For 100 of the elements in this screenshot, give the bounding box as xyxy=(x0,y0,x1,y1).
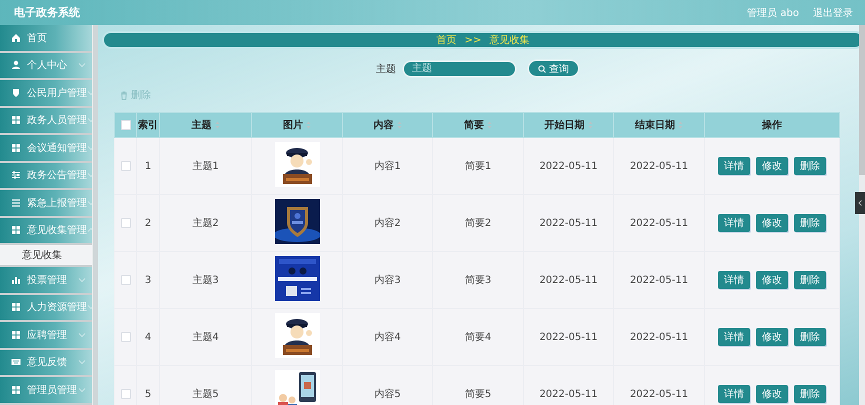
date-cell: 2022-05-11 xyxy=(630,218,688,228)
details-button[interactable]: 详情 xyxy=(718,271,750,289)
search-field[interactable]: 主题 xyxy=(404,62,515,76)
bar-chart-icon xyxy=(11,274,21,285)
table-cell: 内容1 xyxy=(374,161,401,172)
breadcrumb-separator: >> xyxy=(464,34,482,46)
sidebar-item[interactable]: 个人中心 xyxy=(0,52,92,78)
date-cell: 2022-05-11 xyxy=(630,332,688,342)
column-header[interactable]: 简要 xyxy=(464,120,484,131)
checkbox[interactable] xyxy=(120,218,130,228)
table-cell: 主题1 xyxy=(192,161,219,172)
details-button[interactable]: 详情 xyxy=(718,328,750,346)
date-cell: 2022-05-11 xyxy=(539,160,598,172)
person-icon xyxy=(11,60,21,70)
sidebar-item[interactable]: 政务公告管理 xyxy=(0,162,92,188)
sidebar-item[interactable]: 投票管理 xyxy=(0,267,92,292)
delete-row-button[interactable]: 删除 xyxy=(794,214,826,232)
search-icon xyxy=(538,64,546,72)
row-index: 1 xyxy=(144,160,152,172)
date-cell: 2022-05-11 xyxy=(539,388,598,400)
checkbox[interactable] xyxy=(120,388,130,399)
breadcrumb-link[interactable]: 首页 xyxy=(436,33,457,47)
date-cell: 2022-05-11 xyxy=(630,160,688,172)
sidebar-item[interactable]: 紧急上报管理 xyxy=(0,190,92,216)
checkbox[interactable] xyxy=(120,274,130,285)
scrollbar-thumb[interactable] xyxy=(859,25,865,175)
sidebar-item[interactable]: 管理员管理 xyxy=(0,377,92,402)
sidebar-item[interactable]: 公民用户管理 xyxy=(0,80,92,106)
column-header[interactable]: 开始日期 xyxy=(544,120,584,131)
sidebar-item[interactable]: 意见收集管理 xyxy=(0,218,92,243)
table-cell: 内容4 xyxy=(374,332,401,343)
table-cell: 内容3 xyxy=(374,275,401,286)
row-index: 4 xyxy=(144,332,152,342)
delete-row-button[interactable]: 删除 xyxy=(794,157,826,175)
delete-row-button[interactable]: 删除 xyxy=(794,328,826,346)
column-header: 索引 xyxy=(138,120,158,131)
search-button[interactable]: 查询 xyxy=(529,61,578,76)
chevron-left-icon xyxy=(858,200,862,206)
sort-icon xyxy=(487,121,492,130)
edit-button[interactable]: 修改 xyxy=(756,385,788,403)
sort-icon xyxy=(588,121,592,130)
date-cell: 2022-05-11 xyxy=(630,274,688,286)
edit-button[interactable]: 修改 xyxy=(756,328,788,346)
grid-icon xyxy=(11,384,21,395)
trash-icon xyxy=(120,90,128,100)
column-header[interactable]: 内容 xyxy=(374,120,394,131)
collapse-tab[interactable] xyxy=(855,192,865,214)
column-header[interactable]: 主题 xyxy=(192,120,212,131)
column-header[interactable]: 结束日期 xyxy=(635,120,675,131)
sliders-icon xyxy=(11,170,21,180)
sidebar-item[interactable]: 人力资源管理 xyxy=(0,294,92,320)
table-cell: 简要5 xyxy=(464,389,492,400)
column-header: 操作 xyxy=(762,120,782,131)
date-cell: 2022-05-11 xyxy=(539,218,598,228)
table-cell: 简要3 xyxy=(464,275,492,286)
date-cell: 2022-05-11 xyxy=(539,332,598,342)
edit-button[interactable]: 修改 xyxy=(756,214,788,232)
grid-icon xyxy=(11,330,21,340)
grid-icon xyxy=(11,115,21,126)
search-label: 主题 xyxy=(376,62,396,76)
delete-row-button[interactable]: 删除 xyxy=(794,385,826,403)
list-icon xyxy=(11,198,21,208)
sidebar-subitem[interactable]: 意见收集 xyxy=(0,245,92,265)
row-index: 3 xyxy=(144,274,152,286)
details-button[interactable]: 详情 xyxy=(718,157,750,175)
sidebar-item[interactable]: 政务人员管理 xyxy=(0,108,92,133)
shield-icon xyxy=(11,88,21,98)
sort-icon xyxy=(214,121,220,130)
table-cell: 简要1 xyxy=(464,161,492,172)
sidebar-item[interactable]: 会议通知管理 xyxy=(0,135,92,160)
keyboard-icon xyxy=(11,357,21,368)
sidebar-item[interactable]: 意见反馈 xyxy=(0,350,92,375)
grid-icon xyxy=(11,142,21,153)
sidebar-item[interactable]: 应聘管理 xyxy=(0,322,92,348)
table-cell: 主题2 xyxy=(192,218,219,229)
edit-button[interactable]: 修改 xyxy=(756,157,788,175)
checkbox[interactable] xyxy=(120,332,130,342)
delete-row-button[interactable]: 删除 xyxy=(794,271,826,289)
user-label: 管理员 abo xyxy=(747,6,799,20)
checkbox[interactable] xyxy=(120,120,130,130)
details-button[interactable]: 详情 xyxy=(718,385,750,403)
column-header[interactable]: 图片 xyxy=(283,120,303,131)
grid-icon xyxy=(11,225,21,236)
sort-icon xyxy=(396,121,402,130)
date-cell: 2022-05-11 xyxy=(630,388,688,400)
grid-icon xyxy=(11,302,21,312)
table-cell: 主题4 xyxy=(192,332,219,343)
details-button[interactable]: 详情 xyxy=(718,214,750,232)
checkbox[interactable] xyxy=(120,160,130,171)
table-cell: 内容5 xyxy=(374,389,401,400)
row-index: 5 xyxy=(144,388,152,400)
sidebar-item[interactable]: 首页 xyxy=(0,25,92,50)
table-cell: 主题5 xyxy=(192,389,219,400)
date-cell: 2022-05-11 xyxy=(539,274,598,286)
row-index: 2 xyxy=(144,218,152,228)
sort-icon xyxy=(678,121,683,130)
table-cell: 内容2 xyxy=(374,218,401,229)
edit-button[interactable]: 修改 xyxy=(756,271,788,289)
breadcrumb-link[interactable]: 意见收集 xyxy=(489,33,530,47)
table-cell: 简要4 xyxy=(464,332,492,343)
